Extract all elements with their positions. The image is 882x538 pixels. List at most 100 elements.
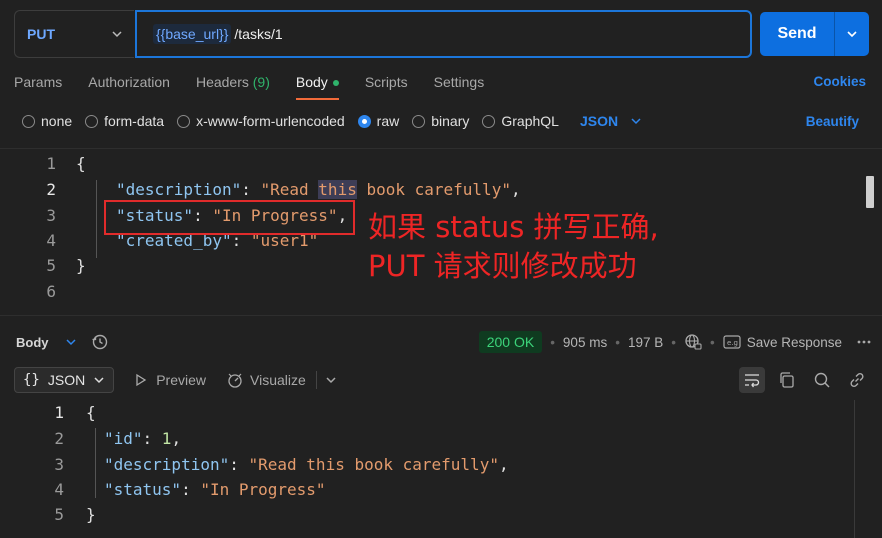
format-select[interactable]: JSON xyxy=(580,113,642,129)
tab-label: Settings xyxy=(433,74,485,90)
wrap-lines-icon[interactable] xyxy=(739,367,765,393)
tab-settings[interactable]: Settings xyxy=(434,70,485,100)
code-line: { xyxy=(86,403,96,422)
line-number: 5 xyxy=(54,505,64,524)
code-line: } xyxy=(86,505,96,524)
tab-params[interactable]: Params xyxy=(14,70,62,100)
radio-raw[interactable]: raw xyxy=(357,113,400,129)
tab-label: Headers xyxy=(195,74,249,90)
separator: • xyxy=(615,334,620,350)
response-time[interactable]: 905 ms xyxy=(563,335,607,350)
send-button[interactable]: Send xyxy=(760,25,834,43)
code-line: "status": "In Progress" xyxy=(104,480,326,499)
link-icon[interactable] xyxy=(844,367,870,393)
radio-circle xyxy=(412,114,426,128)
url-input[interactable]: {{base_url}} /tasks/1 xyxy=(135,10,752,58)
radio-circle xyxy=(482,114,496,128)
url-variable: {{base_url}} xyxy=(153,24,232,44)
code-line: { xyxy=(76,154,86,173)
radio-form-data[interactable]: form-data xyxy=(85,113,164,129)
radio-binary[interactable]: binary xyxy=(412,113,469,129)
method-select[interactable]: PUT xyxy=(14,10,134,58)
annotation-line-1: 如果 status 拼写正确, xyxy=(368,210,659,244)
chevron-down-icon xyxy=(631,118,641,125)
radio-none[interactable]: none xyxy=(22,113,72,129)
response-size[interactable]: 197 B xyxy=(628,335,663,350)
tab-authorization[interactable]: Authorization xyxy=(88,70,170,100)
play-icon xyxy=(136,373,147,387)
save-response-button[interactable]: Save Response xyxy=(747,335,842,350)
history-icon[interactable] xyxy=(91,333,109,351)
radio-circle-selected xyxy=(357,114,371,128)
line-number: 1 xyxy=(46,154,56,173)
line-number: 2 xyxy=(46,180,56,199)
visualize-button[interactable]: Visualize xyxy=(226,371,337,389)
indent-guide xyxy=(96,180,97,258)
body-active-dot xyxy=(332,80,339,87)
copy-icon[interactable] xyxy=(774,367,800,393)
radio-label: form-data xyxy=(104,113,165,129)
send-button-group: Send xyxy=(760,12,869,56)
url-path: /tasks/1 xyxy=(234,26,283,42)
radio-label: raw xyxy=(376,113,400,129)
code-line: } xyxy=(76,256,86,275)
code-line: "description": "Read this book carefully… xyxy=(104,455,509,474)
format-label: JSON xyxy=(579,113,619,129)
separator: • xyxy=(550,334,555,350)
request-url-bar: PUT {{base_url}} /tasks/1 xyxy=(14,10,752,58)
search-icon[interactable] xyxy=(809,367,835,393)
radio-circle xyxy=(22,114,35,128)
method-label: PUT xyxy=(27,26,55,42)
separator: • xyxy=(709,334,715,350)
divider xyxy=(315,371,317,389)
radio-circle xyxy=(85,114,99,128)
preview-button[interactable]: Preview xyxy=(134,372,206,388)
globe-lock-icon[interactable] xyxy=(684,333,702,351)
response-format-select[interactable]: {} JSON xyxy=(14,367,115,393)
response-scrollbar[interactable] xyxy=(854,400,855,538)
cookies-link[interactable]: Cookies xyxy=(813,74,866,89)
status-highlight-box xyxy=(104,200,355,235)
body-type-options: none form-data x-www-form-urlencoded raw… xyxy=(22,113,642,129)
radio-x-www-form-urlencoded[interactable]: x-www-form-urlencoded xyxy=(177,113,345,129)
radio-label: x-www-form-urlencoded xyxy=(196,113,345,129)
separator: • xyxy=(671,334,676,350)
radio-circle xyxy=(177,114,191,128)
line-number: 1 xyxy=(54,403,64,422)
more-options-icon[interactable] xyxy=(856,339,872,345)
line-number: 3 xyxy=(54,455,64,474)
save-response-icon: e.g xyxy=(723,334,741,350)
status-badge: 200 OK xyxy=(478,331,543,353)
line-number: 6 xyxy=(46,282,56,301)
preview-label: Preview xyxy=(156,372,206,388)
response-section-label: Body xyxy=(16,334,49,350)
response-header: Body 200 OK • 905 ms • 197 B • • e.g Sav… xyxy=(16,330,872,354)
line-number: 5 xyxy=(46,256,56,275)
request-tabs: Params Authorization Headers (9) Body Sc… xyxy=(14,70,510,100)
beautify-button[interactable]: Beautify xyxy=(806,114,859,129)
tab-scripts[interactable]: Scripts xyxy=(365,70,408,100)
radio-label: none xyxy=(41,113,73,129)
radio-label: binary xyxy=(431,113,470,129)
editor-scrollbar[interactable] xyxy=(866,176,874,208)
radio-graphql[interactable]: GraphQL xyxy=(482,113,559,129)
response-format-label: JSON xyxy=(47,372,86,388)
tab-label: Scripts xyxy=(364,74,408,90)
send-options-button[interactable] xyxy=(835,27,869,41)
line-number: 4 xyxy=(54,480,64,499)
visualize-icon xyxy=(228,373,242,388)
line-number: 4 xyxy=(46,231,56,250)
line-number: 3 xyxy=(46,206,56,225)
braces-icon: {} xyxy=(23,372,40,388)
chevron-down-icon[interactable] xyxy=(65,336,77,348)
code-line: "description": "Read this book carefully… xyxy=(116,180,521,199)
chevron-down-icon xyxy=(110,27,124,44)
response-actions xyxy=(739,367,870,393)
tab-label: Authorization xyxy=(88,74,170,90)
tab-label: Params xyxy=(14,74,63,90)
chevron-down-icon xyxy=(326,377,336,384)
chevron-down-icon xyxy=(847,31,857,38)
tab-body[interactable]: Body xyxy=(295,70,339,100)
visualize-label: Visualize xyxy=(250,372,306,388)
tab-headers[interactable]: Headers (9) xyxy=(196,70,270,100)
